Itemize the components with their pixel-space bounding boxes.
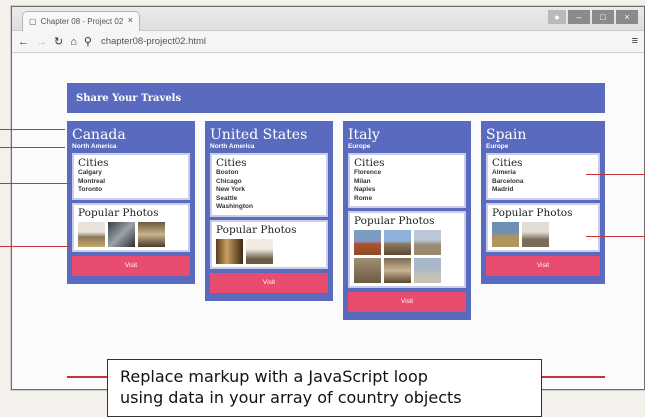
- back-icon[interactable]: ←: [18, 36, 29, 48]
- address-bar: ← → ↻ ⌂ ⚲ chapter08-project02.html ≡: [12, 31, 644, 53]
- app-header: Share Your Travels: [67, 83, 605, 113]
- city-item: Madrid: [492, 186, 514, 193]
- photos-heading: Popular Photos: [492, 206, 573, 219]
- app-title: Share Your Travels: [76, 92, 182, 104]
- page-viewport: Share Your Travels Canada North America Ci…: [12, 53, 644, 389]
- city-item: Montreal: [78, 177, 106, 185]
- cities-heading: Cities: [492, 157, 523, 169]
- cities-panel: Cities Calgary Montreal Toronto: [72, 153, 190, 200]
- caption-line-1: Replace markup with a JavaScript loop: [120, 367, 428, 386]
- forward-icon[interactable]: →: [36, 36, 47, 48]
- photos-panel: Popular Photos: [486, 202, 600, 252]
- photo-grid: [354, 230, 460, 283]
- close-button[interactable]: ×: [616, 10, 638, 24]
- photo-grid: [78, 221, 184, 247]
- photo-thumbnail[interactable]: [414, 258, 441, 283]
- country-card: Spain Europe Cities Almeria Barcelona Madrid P…: [481, 121, 605, 284]
- photos-panel: Popular Photos: [348, 211, 466, 288]
- country-card: Italy Europe Cities Florence Milan Naples Rome…: [343, 121, 471, 320]
- visit-button[interactable]: Visit: [486, 255, 600, 276]
- callout-line: [586, 174, 645, 175]
- cities-panel: Cities Almeria Barcelona Madrid: [486, 153, 600, 200]
- photo-grid: [216, 238, 322, 264]
- photos-panel: Popular Photos: [210, 219, 328, 269]
- city-item: Calgary: [78, 169, 102, 176]
- photo-thumbnail[interactable]: [108, 221, 135, 247]
- callout-line: [0, 183, 70, 184]
- cities-heading: Cities: [216, 157, 247, 169]
- callout-line: [0, 147, 65, 148]
- country-name: United States: [210, 127, 308, 143]
- country-name: Italy: [348, 127, 380, 143]
- user-icon[interactable]: ●: [548, 10, 566, 24]
- photo-thumbnail[interactable]: [78, 221, 105, 247]
- callout-line: [586, 236, 645, 237]
- city-item: Naples: [354, 186, 376, 193]
- minimize-button[interactable]: –: [568, 10, 590, 24]
- country-card: United States North America Cities Boston Ch…: [205, 121, 333, 301]
- browser-tab[interactable]: ▢ Chapter 08 - Project 02 ×: [22, 11, 140, 31]
- caption-line-2: using data in your array of country obje…: [120, 388, 462, 407]
- cities-panel: Cities Florence Milan Naples Rome: [348, 153, 466, 208]
- continent-label: North America: [72, 143, 117, 150]
- city-item: New York: [216, 186, 246, 193]
- page-icon: ▢: [29, 17, 37, 26]
- callout-line: [0, 129, 65, 130]
- maximize-button[interactable]: □: [592, 10, 614, 24]
- city-item: Boston: [216, 169, 239, 176]
- city-item: Toronto: [78, 186, 103, 193]
- photo-thumbnail[interactable]: [384, 230, 411, 255]
- cities-heading: Cities: [78, 157, 109, 169]
- menu-icon[interactable]: ≡: [632, 35, 638, 47]
- city-item: Rome: [354, 194, 373, 202]
- photo-thumbnail[interactable]: [138, 221, 165, 247]
- photo-thumbnail[interactable]: [492, 221, 519, 247]
- country-card: Canada North America Cities Calgary Montreal…: [67, 121, 195, 284]
- visit-button[interactable]: Visit: [348, 292, 466, 312]
- photo-thumbnail[interactable]: [384, 258, 411, 283]
- reload-icon[interactable]: ↻: [54, 35, 63, 48]
- country-name: Spain: [486, 127, 527, 143]
- cities-panel: Cities Boston Chicago New York Seattle Washin…: [210, 153, 328, 217]
- photo-thumbnail[interactable]: [246, 238, 273, 264]
- photos-heading: Popular Photos: [216, 223, 297, 236]
- photo-thumbnail[interactable]: [414, 230, 441, 255]
- home-icon[interactable]: ⌂: [70, 36, 77, 48]
- url-input[interactable]: chapter08-project02.html: [101, 36, 206, 47]
- photo-thumbnail[interactable]: [522, 221, 549, 247]
- close-tab-icon[interactable]: ×: [128, 15, 133, 25]
- city-item: Chicago: [216, 177, 242, 185]
- photo-thumbnail[interactable]: [216, 238, 243, 264]
- city-item: Barcelona: [492, 177, 524, 185]
- cities-heading: Cities: [354, 157, 385, 169]
- photo-thumbnail[interactable]: [354, 258, 381, 283]
- city-item: Florence: [354, 169, 382, 176]
- country-name: Canada: [72, 127, 126, 143]
- city-item: Milan: [354, 177, 371, 185]
- callout-line: [0, 246, 70, 247]
- browser-window: ▢ Chapter 08 - Project 02 × ● – □ × ← → …: [11, 6, 645, 390]
- continent-label: North America: [210, 143, 255, 150]
- city-item: Almeria: [492, 169, 516, 176]
- photos-heading: Popular Photos: [78, 206, 159, 219]
- continent-label: Europe: [486, 143, 509, 150]
- photo-grid: [492, 221, 594, 247]
- visit-button[interactable]: Visit: [210, 272, 328, 293]
- city-item: Seattle: [216, 194, 238, 202]
- city-item: Washington: [216, 203, 253, 210]
- window-controls: ● – □ ×: [548, 10, 638, 24]
- tab-title: Chapter 08 - Project 02: [40, 17, 124, 26]
- caption-box: Replace markup with a JavaScript loop us…: [107, 359, 542, 417]
- photos-heading: Popular Photos: [354, 215, 435, 227]
- photos-panel: Popular Photos: [72, 202, 190, 252]
- visit-button[interactable]: Visit: [72, 255, 190, 276]
- title-bar: ▢ Chapter 08 - Project 02 × ● – □ ×: [12, 7, 644, 31]
- photo-thumbnail[interactable]: [354, 230, 381, 255]
- continent-label: Europe: [348, 143, 371, 150]
- search-icon: ⚲: [83, 36, 92, 48]
